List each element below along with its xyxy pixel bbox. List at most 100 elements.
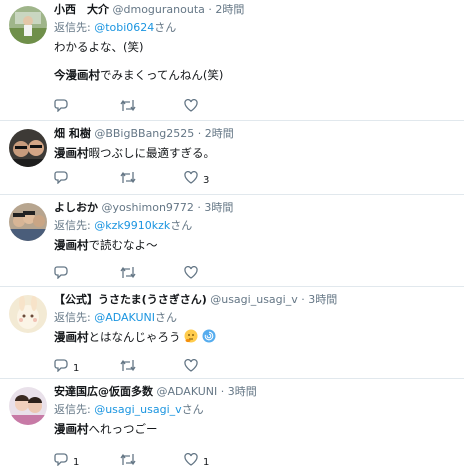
retweet-button[interactable] [120, 357, 136, 373]
avatar[interactable] [9, 295, 47, 333]
heart-icon [184, 452, 198, 466]
display-name[interactable]: 畑 和樹 [54, 127, 91, 140]
tweet[interactable]: 畑 和樹 @BBigBBang2525 · 2時間 漫画村暇つぶしに最適すぎる。… [0, 121, 464, 195]
reply-icon [54, 358, 68, 372]
tweet-actions [54, 97, 254, 113]
retweet-icon [120, 359, 136, 371]
tweet-line: 今漫画村でみまくってんねん(笑) [54, 67, 456, 83]
tweet[interactable]: 安達国広@仮面多数 @ADAKUNI · 3時間 返信先: @usagi_usa… [0, 379, 464, 468]
reply-context: 返信先: @usagi_usagi_vさん [54, 403, 456, 417]
timestamp[interactable]: 3時間 [204, 201, 233, 214]
keyword: 漫画村 [54, 422, 89, 436]
reply-mention[interactable]: @ADAKUNI [94, 311, 155, 324]
cyclone-emoji [202, 329, 216, 343]
retweet-icon [120, 266, 136, 278]
reply-button[interactable] [54, 97, 68, 113]
user-handle[interactable]: @dmoguranouta [113, 3, 205, 16]
tweet-text: 漫画村で読むなよ〜 [54, 237, 456, 253]
user-handle[interactable]: @yoshimon9772 [102, 201, 194, 214]
retweet-icon [120, 453, 136, 465]
avatar[interactable] [9, 6, 47, 44]
display-name[interactable]: よしおか [54, 201, 98, 214]
keyword: 今漫画村 [54, 68, 100, 82]
separator: · [197, 201, 201, 214]
reply-label: 返信先: [54, 403, 95, 416]
retweet-button[interactable] [120, 169, 136, 185]
display-name[interactable]: 小西 大介 [54, 3, 109, 16]
display-name[interactable]: 安達国広@仮面多数 [54, 385, 153, 398]
tweet-actions [54, 264, 254, 280]
display-name[interactable]: 【公式】うさたま(うさぎさん) [54, 293, 207, 306]
tweet-text: 漫画村へれっつごー [54, 421, 456, 437]
tweet-line-rest: へれっつごー [88, 422, 158, 436]
heart-icon [184, 358, 198, 372]
tweet-text: 漫画村とはなんじゃろう [54, 329, 456, 345]
retweet-button[interactable] [120, 97, 136, 113]
like-button[interactable] [184, 264, 198, 280]
reply-icon [54, 265, 68, 279]
reply-context: 返信先: @ADAKUNIさん [54, 311, 456, 325]
like-button[interactable] [184, 357, 198, 373]
avatar[interactable] [9, 129, 47, 167]
like-button[interactable]: 1 [184, 451, 210, 468]
tweet-text: 漫画村暇つぶしに最適すぎる。 [54, 145, 456, 161]
separator: · [220, 385, 225, 398]
reply-button[interactable]: 1 [54, 357, 80, 374]
retweet-button[interactable] [120, 264, 136, 280]
user-handle[interactable]: @BBigBBang2525 [94, 127, 194, 140]
tweet-line-rest: 暇つぶしに最適すぎる。 [88, 146, 216, 160]
reply-context: 返信先: @tobi0624さん [54, 21, 456, 35]
tweet-line-rest: でみまくってんねん(笑) [100, 68, 224, 82]
heart-icon [184, 170, 198, 184]
reply-mention[interactable]: @tobi0624 [94, 21, 154, 34]
reply-button[interactable] [54, 264, 68, 280]
reply-label: 返信先: [54, 311, 95, 324]
reply-suffix: さん [154, 311, 177, 324]
thinking-face-emoji [184, 329, 198, 343]
reply-label: 返信先: [54, 219, 95, 232]
reply-button[interactable] [54, 169, 68, 185]
like-button[interactable] [184, 97, 198, 113]
tweet[interactable]: よしおか @yoshimon9772 · 3時間 返信先: @kzk9910kz… [0, 195, 464, 287]
reply-suffix: さん [181, 403, 204, 416]
retweet-button[interactable] [120, 451, 136, 467]
retweet-icon [120, 99, 136, 111]
reply-mention[interactable]: @kzk9910kzk [94, 219, 170, 232]
avatar[interactable] [9, 203, 47, 241]
tweet-actions: 1 1 [54, 451, 254, 468]
separator: · [197, 127, 202, 140]
tweet-line-rest: で読むなよ〜 [88, 238, 158, 252]
like-count: 1 [203, 456, 210, 468]
reply-mention[interactable]: @usagi_usagi_v [94, 403, 181, 416]
timestamp[interactable]: 2時間 [215, 3, 244, 16]
reply-count: 1 [73, 362, 80, 374]
reply-suffix: さん [170, 219, 193, 232]
tweet-line: 漫画村暇つぶしに最適すぎる。 [54, 145, 456, 161]
tweet-line: 漫画村で読むなよ〜 [54, 237, 456, 253]
keyword: 漫画村 [54, 330, 89, 344]
user-handle[interactable]: @usagi_usagi_v [210, 293, 297, 306]
tweet-text: わかるよな、(笑) 今漫画村でみまくってんねん(笑) [54, 39, 456, 83]
tweet[interactable]: 小西 大介 @dmoguranouta · 2時間 返信先: @tobi0624… [0, 0, 464, 121]
timestamp[interactable]: 2時間 [205, 127, 234, 140]
reply-context: 返信先: @kzk9910kzkさん [54, 219, 456, 233]
user-handle[interactable]: @ADAKUNI [157, 385, 218, 398]
tweet-line: 漫画村へれっつごー [54, 421, 456, 437]
separator: · [208, 3, 212, 16]
tweet-line: 漫画村とはなんじゃろう [54, 329, 456, 345]
reply-icon [54, 170, 68, 184]
tweet-actions: 3 [54, 169, 254, 186]
like-button[interactable]: 3 [184, 169, 209, 186]
reply-suffix: さん [154, 21, 177, 34]
reply-button[interactable]: 1 [54, 451, 79, 468]
timestamp[interactable]: 3時間 [308, 293, 337, 306]
heart-icon [184, 265, 198, 279]
reply-icon [54, 452, 68, 466]
tweet-line: わかるよな、(笑) [54, 40, 144, 54]
keyword: 漫画村 [54, 238, 89, 252]
tweet-actions: 1 [54, 357, 254, 374]
timestamp[interactable]: 3時間 [228, 385, 257, 398]
avatar[interactable] [9, 387, 47, 425]
tweet[interactable]: 【公式】うさたま(うさぎさん) @usagi_usagi_v · 3時間 返信先… [0, 287, 464, 379]
reply-icon [54, 98, 68, 112]
